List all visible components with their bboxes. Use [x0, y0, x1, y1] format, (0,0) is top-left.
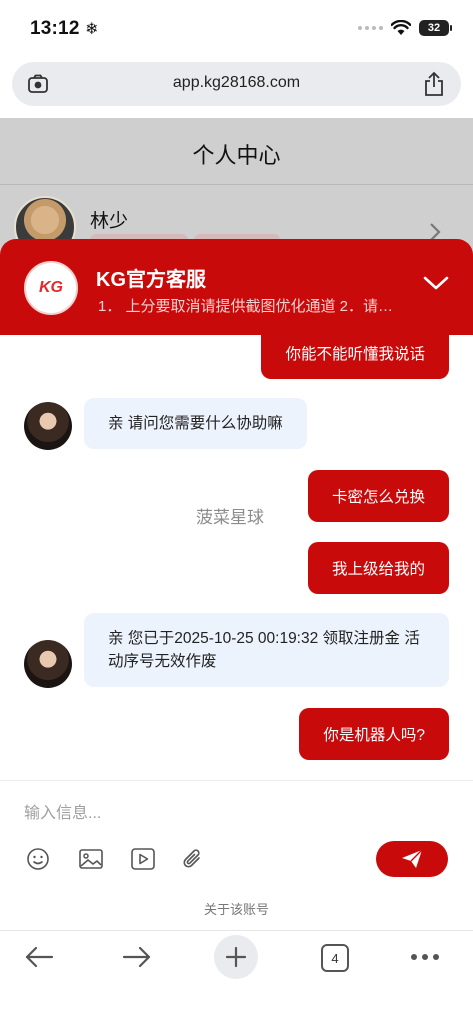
status-indicators: 32 [358, 20, 452, 36]
url-text[interactable]: app.kg28168.com [12, 74, 461, 92]
send-icon [402, 849, 423, 868]
chat-messages[interactable]: 你能不能听懂我说话 亲 请问您需要什么协助嘛 卡密怎么兑换 菠菜星球 我上级给我… [0, 335, 473, 780]
emoji-icon[interactable] [26, 847, 50, 871]
status-time: 13:12 ❄ [30, 18, 99, 39]
tabs-button[interactable]: 4 [321, 944, 349, 972]
divider [0, 184, 473, 185]
chat-title: KG官方客服 [96, 269, 206, 291]
forward-arrow-icon[interactable] [122, 945, 152, 969]
plus-icon [225, 946, 247, 968]
more-icon[interactable] [410, 953, 440, 961]
battery-icon: 32 [419, 20, 452, 36]
message-agent: 亲 请问您需要什么协助嘛 [84, 398, 307, 449]
message-user: 你能不能听懂我说话 [261, 335, 449, 379]
page-title: 个人中心 [192, 143, 281, 168]
browser-toolbar: 4 [0, 930, 473, 1024]
status-bar: 13:12 ❄ 32 [0, 0, 473, 58]
composer: 输入信息... 关于该账号 [0, 780, 473, 930]
message-user: 卡密怎么兑换 [307, 470, 449, 522]
message-user: 我上级给我的 [307, 542, 449, 594]
wifi-icon [391, 20, 411, 35]
message-user: 你是机器人吗? [299, 708, 449, 760]
watermark: 菠菜星球 [196, 508, 264, 527]
message-input[interactable]: 输入信息... [24, 799, 101, 823]
chevron-down-icon[interactable] [423, 275, 449, 291]
send-button[interactable] [376, 841, 448, 877]
address-bar[interactable]: app.kg28168.com [12, 62, 461, 106]
video-icon[interactable] [130, 847, 156, 871]
profile-name: 林少 [90, 211, 129, 232]
paperclip-icon[interactable] [180, 847, 206, 873]
about-account-link[interactable]: 关于该账号 [0, 899, 473, 918]
signal-icon [358, 26, 383, 30]
kg-logo: KG [24, 261, 78, 315]
new-tab-button[interactable] [214, 935, 258, 979]
back-arrow-icon[interactable] [24, 945, 54, 969]
image-icon[interactable] [78, 847, 104, 871]
chat-notice: 1． 上分要取消请提供截图优化通道 2．请认准官方客服 [98, 298, 408, 315]
message-agent: 亲 您已于2025-10-25 00:19:32 领取注册金 活动序号无效作废 [84, 613, 449, 687]
chat-header: KG KG官方客服 1． 上分要取消请提供截图优化通道 2．请认准官方客服 [0, 239, 473, 335]
share-icon[interactable] [423, 71, 445, 97]
agent-avatar [24, 402, 72, 450]
agent-avatar [24, 640, 72, 688]
